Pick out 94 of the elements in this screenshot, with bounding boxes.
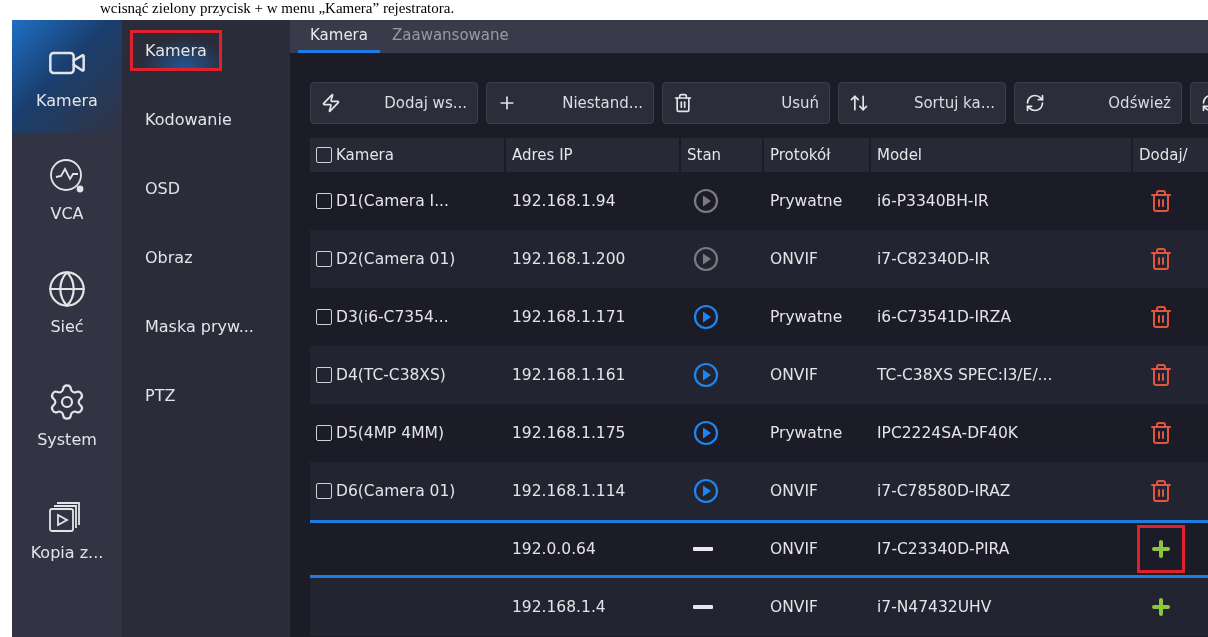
play-status-icon[interactable] (693, 362, 719, 388)
table-cell: D5(4MP 4MM) (336, 424, 444, 442)
table-row[interactable]: D2(Camera 01) 192.168.1.200 ONVIF i7-C82340D-IR (310, 230, 1208, 288)
table-cell: D4(TC-C38XS) (336, 366, 446, 384)
sidebar-item[interactable]: System (12, 359, 122, 472)
trash-icon (1149, 479, 1173, 503)
plus-icon (1149, 595, 1173, 619)
submenu-item[interactable]: Kodowanie (130, 99, 247, 140)
play-status-icon[interactable] (693, 246, 719, 272)
trash-icon (1149, 421, 1173, 445)
table-cell: i6-P3340BH-IR (877, 192, 989, 210)
table-cell: D3(i6-C7354... (336, 308, 449, 326)
sort-icon (849, 93, 869, 113)
table-cell: I7-C23340D-PIRA (877, 540, 1010, 558)
table-cell: Prywatne (770, 192, 843, 210)
checkbox[interactable] (316, 251, 332, 267)
add-button[interactable] (1137, 525, 1185, 573)
sidebar-label: VCA (50, 204, 84, 223)
table-cell: i7-C82340D-IR (877, 250, 990, 268)
column-header: Stan (687, 146, 722, 164)
play-status-icon[interactable] (693, 420, 719, 446)
table-cell: TC-C38XS SPEC:I3/E/... (877, 366, 1053, 384)
trash-icon (1149, 363, 1173, 387)
play-status-icon[interactable] (693, 304, 719, 330)
table-cell: 192.168.1.94 (512, 192, 616, 210)
toolbar-button[interactable]: Sortuj ka... (838, 82, 1006, 124)
sidebar-label: Kamera (36, 91, 98, 110)
table-cell: D1(Camera I... (336, 192, 449, 210)
dash-icon (693, 547, 713, 551)
submenu-item[interactable]: Kamera (130, 30, 222, 71)
submenu-item[interactable]: PTZ (130, 375, 191, 416)
globe-icon (47, 269, 87, 309)
table-cell: 192.168.1.161 (512, 366, 626, 384)
trash-icon (1149, 189, 1173, 213)
refresh-icon (1025, 93, 1045, 113)
table-cell: 192.168.1.175 (512, 424, 626, 442)
checkbox[interactable] (316, 425, 332, 441)
table-cell: i7-N47432UHV (877, 598, 992, 616)
document-caption: wcisnąć zielony przycisk + w menu „Kamera” rejestratora. (99, 0, 456, 18)
play-status-icon[interactable] (693, 188, 719, 214)
column-header: Dodaj/ (1139, 146, 1188, 164)
table-row[interactable]: 192.0.0.64 ONVIF I7-C23340D-PIRA (310, 520, 1208, 578)
column-header: Kamera (336, 146, 394, 164)
sidebar-item[interactable]: Kamera (12, 20, 122, 133)
plus-icon (1149, 537, 1173, 561)
sidebar-item[interactable]: Sieć (12, 246, 122, 359)
submenu-item[interactable]: Obraz (130, 237, 208, 278)
table-cell: ONVIF (770, 540, 818, 558)
tab[interactable]: Zaawansowane (379, 20, 521, 53)
sidebar-item[interactable]: Kopia z... (12, 472, 122, 585)
sidebar-label: System (37, 430, 97, 449)
table-row[interactable]: 192.168.1.4 ONVIF i7-N47432UHV (310, 578, 1208, 636)
column-header: Protokół (770, 146, 831, 164)
checkbox[interactable] (316, 147, 332, 163)
table-row[interactable]: D6(Camera 01) 192.168.1.114 ONVIF i7-C78580D-IRAZ (310, 462, 1208, 520)
checkbox[interactable] (316, 483, 332, 499)
sidebar-item[interactable]: VCA (12, 133, 122, 246)
toolbar-button[interactable]: Niestand... (486, 82, 654, 124)
table-cell: i6-C73541D-IRZA (877, 308, 1011, 326)
dash-icon (693, 605, 713, 609)
table-cell: 192.168.1.171 (512, 308, 626, 326)
column-header: Model (877, 146, 923, 164)
sidebar-label: Sieć (50, 317, 84, 336)
submenu-item[interactable]: Maska pryw... (130, 306, 269, 347)
table-row[interactable]: D4(TC-C38XS) 192.168.1.161 ONVIF TC-C38XS SPEC:I3/E/... (310, 346, 1208, 404)
table-cell: D2(Camera 01) (336, 250, 456, 268)
table-cell: Prywatne (770, 424, 843, 442)
table-cell: 192.168.1.4 (512, 598, 606, 616)
toolbar-button[interactable]: Odśwież (1014, 82, 1182, 124)
table-cell: ONVIF (770, 366, 818, 384)
trash-icon (673, 93, 693, 113)
sidebar-label: Kopia z... (30, 543, 104, 562)
table-cell: Prywatne (770, 308, 843, 326)
table-cell: D6(Camera 01) (336, 482, 456, 500)
table-cell: i7-C78580D-IRAZ (877, 482, 1011, 500)
column-header: Adres IP (512, 146, 573, 164)
table-cell: 192.168.1.114 (512, 482, 626, 500)
trash-icon (1149, 247, 1173, 271)
bolt-icon (321, 93, 341, 113)
checkbox[interactable] (316, 309, 332, 325)
play-status-icon[interactable] (693, 478, 719, 504)
table-cell: ONVIF (770, 250, 818, 268)
submenu-item[interactable]: OSD (130, 168, 196, 209)
toolbar-button[interactable]: Dodaj ws... (310, 82, 478, 124)
tab[interactable]: Kamera (298, 20, 380, 53)
trash-icon (1149, 305, 1173, 329)
table-cell: ONVIF (770, 598, 818, 616)
table-cell: 192.0.0.64 (512, 540, 596, 558)
checkbox[interactable] (316, 193, 332, 209)
table-cell: 192.168.1.200 (512, 250, 626, 268)
checkbox[interactable] (316, 367, 332, 383)
toolbar-button[interactable]: Usuń (662, 82, 830, 124)
table-cell: IPC2224SA-DF40K (877, 424, 1018, 442)
table-cell: ONVIF (770, 482, 818, 500)
